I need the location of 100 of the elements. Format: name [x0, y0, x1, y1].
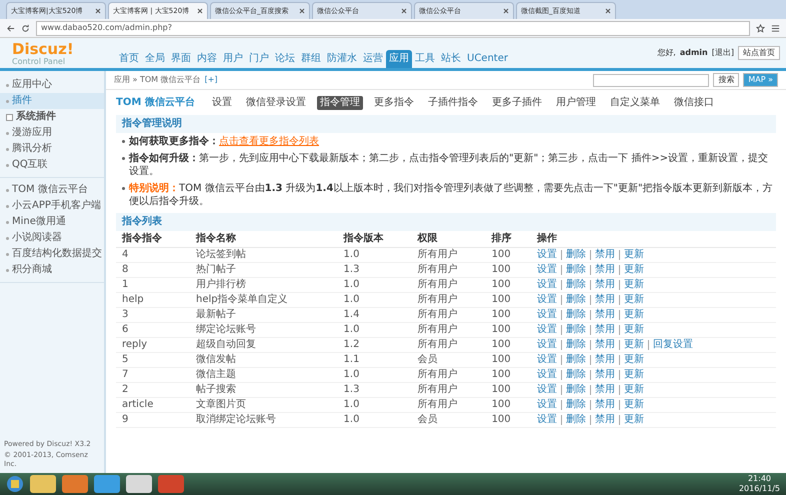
nav-tab[interactable]: 站长 [438, 50, 464, 68]
action-link[interactable]: 删除 [561, 385, 590, 395]
action-link[interactable]: 更新 [619, 400, 648, 410]
nav-tab[interactable]: 全局 [142, 50, 168, 68]
action-link[interactable]: 更新 [619, 340, 648, 350]
plugin-tab[interactable]: 微信登录设置 [242, 96, 309, 110]
action-link[interactable]: 设置 [537, 295, 562, 305]
map-button[interactable]: MAP » [743, 73, 778, 87]
back-icon[interactable] [6, 24, 15, 32]
action-link[interactable]: 设置 [537, 370, 562, 380]
menu-icon[interactable] [771, 24, 780, 32]
plugin-tab[interactable]: 用户管理 [552, 96, 599, 110]
sidebar-item[interactable]: 小云APP手机客户端 [0, 198, 104, 214]
nav-tab[interactable]: 用户 [220, 50, 246, 68]
action-link[interactable]: 禁用 [590, 340, 620, 350]
action-link[interactable]: 禁用 [590, 280, 620, 290]
close-icon[interactable] [401, 8, 407, 14]
nav-tab[interactable]: 门户 [246, 50, 272, 68]
address-field[interactable]: www.dabao520.com/admin.php? [36, 20, 750, 36]
logout-link[interactable]: [退出] [712, 48, 734, 58]
close-icon[interactable] [299, 8, 305, 14]
action-link[interactable]: 设置 [537, 250, 562, 260]
nav-tab[interactable]: 首页 [116, 50, 142, 68]
action-link[interactable]: 删除 [561, 280, 590, 290]
star-icon[interactable] [756, 24, 765, 32]
sidebar-item[interactable]: 系统插件 [0, 109, 104, 125]
nav-tab[interactable]: UCenter [464, 50, 511, 68]
action-link[interactable]: 更新 [619, 265, 648, 275]
sidebar-item[interactable]: TOM 微信云平台 [0, 182, 104, 198]
action-link[interactable]: 更新 [619, 310, 648, 320]
action-link[interactable]: 更新 [619, 295, 648, 305]
nav-tab[interactable]: 应用 [386, 50, 412, 68]
nav-tab[interactable]: 群组 [298, 50, 324, 68]
search-button[interactable]: 搜索 [713, 73, 740, 87]
nav-tab[interactable]: 论坛 [272, 50, 298, 68]
action-link[interactable]: 设置 [537, 325, 562, 335]
action-link[interactable]: 更新 [619, 325, 648, 335]
action-link[interactable]: 设置 [537, 400, 562, 410]
nav-tab[interactable]: 防灌水 [324, 50, 360, 68]
action-link[interactable]: 设置 [537, 415, 562, 425]
action-link[interactable]: 禁用 [590, 265, 620, 275]
sidebar-item[interactable]: 应用中心 [0, 77, 104, 93]
sidebar-item[interactable]: 积分商城 [0, 262, 104, 278]
action-link[interactable]: 禁用 [590, 250, 620, 260]
nav-tab[interactable]: 内容 [194, 50, 220, 68]
action-link[interactable]: 删除 [561, 310, 590, 320]
action-link[interactable]: 设置 [537, 280, 562, 290]
action-link[interactable]: 删除 [561, 340, 590, 350]
action-link[interactable]: 禁用 [590, 415, 620, 425]
action-link[interactable]: 禁用 [590, 355, 620, 365]
action-link[interactable]: 更新 [619, 415, 648, 425]
sidebar-item[interactable]: 漫游应用 [0, 125, 104, 141]
action-link[interactable]: 设置 [537, 385, 562, 395]
action-link[interactable]: 删除 [561, 415, 590, 425]
action-link[interactable]: 设置 [537, 355, 562, 365]
action-link[interactable]: 禁用 [590, 370, 620, 380]
plugin-tab[interactable]: 指令管理 [316, 96, 363, 110]
sidebar-item[interactable]: QQ互联 [0, 157, 104, 173]
action-link[interactable]: 设置 [537, 265, 562, 275]
action-link[interactable]: 设置 [537, 340, 562, 350]
action-link[interactable]: 更新 [619, 385, 648, 395]
nav-tab[interactable]: 工具 [412, 50, 438, 68]
nav-tab[interactable]: 界面 [168, 50, 194, 68]
home-button[interactable]: 站点首页 [738, 46, 780, 60]
close-icon[interactable] [95, 8, 101, 14]
action-link[interactable]: 设置 [537, 310, 562, 320]
action-link[interactable]: 禁用 [590, 325, 620, 335]
reload-icon[interactable] [21, 24, 30, 32]
start-orb-icon[interactable] [6, 475, 24, 493]
action-link[interactable]: 禁用 [590, 310, 620, 320]
close-icon[interactable] [197, 8, 203, 14]
plugin-tab[interactable]: 自定义菜单 [606, 96, 663, 110]
action-link[interactable]: 更新 [619, 370, 648, 380]
plugin-tab[interactable]: 设置 [208, 96, 235, 110]
action-link[interactable]: 删除 [561, 265, 590, 275]
sidebar-item[interactable]: 腾讯分析 [0, 141, 104, 157]
action-link[interactable]: 更新 [619, 250, 648, 260]
action-link[interactable]: 删除 [561, 355, 590, 365]
add-link[interactable]: [+] [204, 75, 218, 85]
action-link[interactable]: 回复设置 [648, 340, 698, 350]
action-link[interactable]: 禁用 [590, 295, 620, 305]
action-link[interactable]: 禁用 [590, 385, 620, 395]
sidebar-item[interactable]: Mine微用通 [0, 214, 104, 230]
action-link[interactable]: 删除 [561, 250, 590, 260]
action-link[interactable]: 删除 [561, 370, 590, 380]
action-link[interactable]: 更新 [619, 355, 648, 365]
action-link[interactable]: 删除 [561, 400, 590, 410]
sidebar-item[interactable]: 百度结构化数据提交 [0, 246, 104, 262]
action-link[interactable]: 删除 [561, 295, 590, 305]
plugin-tab[interactable]: 更多指令 [370, 96, 417, 110]
search-field[interactable] [593, 74, 710, 86]
close-icon[interactable] [605, 8, 611, 14]
nav-tab[interactable]: 运营 [360, 50, 386, 68]
action-link[interactable]: 禁用 [590, 400, 620, 410]
sidebar-item[interactable]: 插件 [0, 93, 104, 109]
close-icon[interactable] [503, 8, 509, 14]
action-link[interactable]: 删除 [561, 325, 590, 335]
plugin-tab[interactable]: 更多子插件 [488, 96, 545, 110]
plugin-tab[interactable]: 子插件指令 [424, 96, 481, 110]
more-commands-link[interactable]: 点击查看更多指令列表 [219, 136, 319, 147]
